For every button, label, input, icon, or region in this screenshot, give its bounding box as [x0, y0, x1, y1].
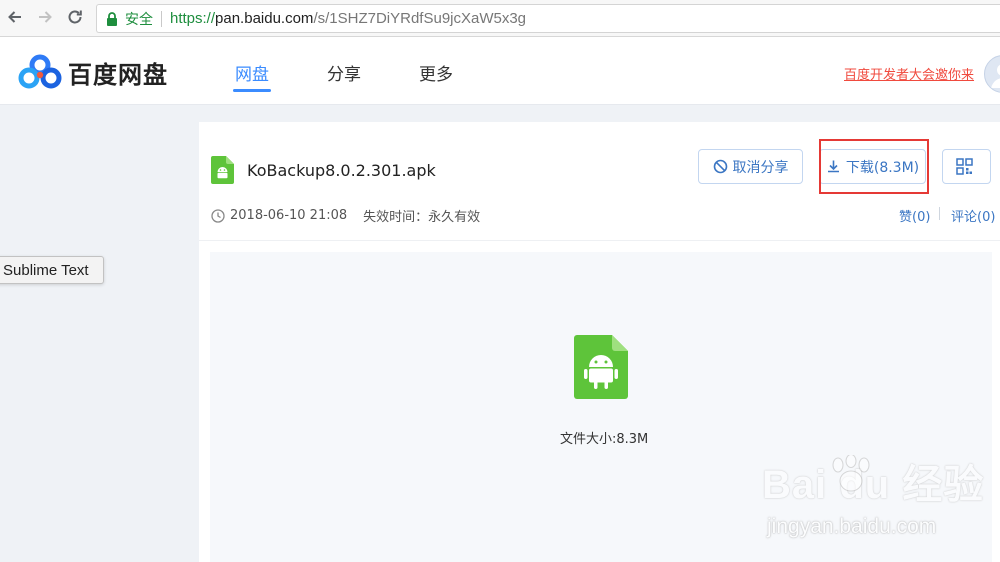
cancel-share-label: 取消分享 [732, 159, 789, 176]
back-button[interactable] [4, 6, 26, 28]
android-apk-large-icon [574, 335, 628, 399]
expire-label: 失效时间： [363, 210, 429, 225]
avatar-icon [991, 64, 1000, 88]
android-apk-file-icon [211, 156, 234, 184]
like-link[interactable]: 赞(0) [899, 206, 930, 225]
watermark-url-text: jingyan.baidu.com [767, 515, 937, 538]
cancel-share-button[interactable]: 取消分享 [698, 149, 803, 184]
app-header: 百度网盘 网盘 分享 更多 百度开发者大会邀你来 [0, 37, 1000, 105]
reload-button[interactable] [64, 6, 86, 28]
url-host: pan.baidu.com [215, 10, 314, 27]
like-comment-separator [939, 207, 940, 220]
comment-link[interactable]: 评论(0) [951, 206, 995, 225]
address-separator [161, 10, 162, 27]
lock-icon [107, 11, 117, 26]
file-meta: 2018-06-10 21:08 失效时间： 永久有效 [211, 206, 480, 225]
baidu-netdisk-logo[interactable]: 百度网盘 [18, 54, 168, 90]
sublime-text-tooltip: Sublime Text [0, 256, 104, 284]
tab-share[interactable]: 分享 [327, 60, 361, 85]
user-avatar[interactable] [984, 55, 1000, 93]
forward-button[interactable] [34, 6, 56, 28]
file-size-text: 文件大小:8.3M [560, 432, 649, 447]
download-highlight-box [819, 139, 929, 194]
logo-text: 百度网盘 [68, 60, 168, 89]
paw-watermark-icon [832, 455, 870, 492]
arrow-left-icon [8, 11, 21, 23]
qr-code-icon [955, 158, 973, 175]
arrow-right-icon [39, 11, 52, 23]
file-name: KoBackup8.0.2.301.apk [247, 161, 436, 180]
secure-label: 安全 [125, 11, 153, 28]
tab-more[interactable]: 更多 [419, 60, 453, 85]
url-path: /s/1SHZ7DiYRdfSu9jcXaW5x3g [313, 10, 527, 27]
expire-value: 永久有效 [428, 210, 481, 225]
cloud-logo-icon [18, 54, 62, 89]
clock-icon [211, 208, 225, 223]
developer-conference-link[interactable]: 百度开发者大会邀你来 [844, 64, 974, 83]
panel-divider [199, 240, 1000, 241]
address-bar[interactable]: 安全 https:// pan.baidu.com /s/1SHZ7DiYRdf… [96, 4, 1000, 33]
qr-code-button[interactable] [942, 149, 991, 184]
tab-netdisk[interactable]: 网盘 [235, 60, 269, 85]
ban-icon [713, 159, 727, 174]
browser-toolbar: 安全 https:// pan.baidu.com /s/1SHZ7DiYRdf… [0, 0, 1000, 37]
active-tab-indicator [233, 89, 271, 92]
share-date: 2018-06-10 21:08 [230, 208, 348, 223]
url-scheme: https:// [170, 10, 216, 27]
reload-icon [68, 10, 82, 24]
